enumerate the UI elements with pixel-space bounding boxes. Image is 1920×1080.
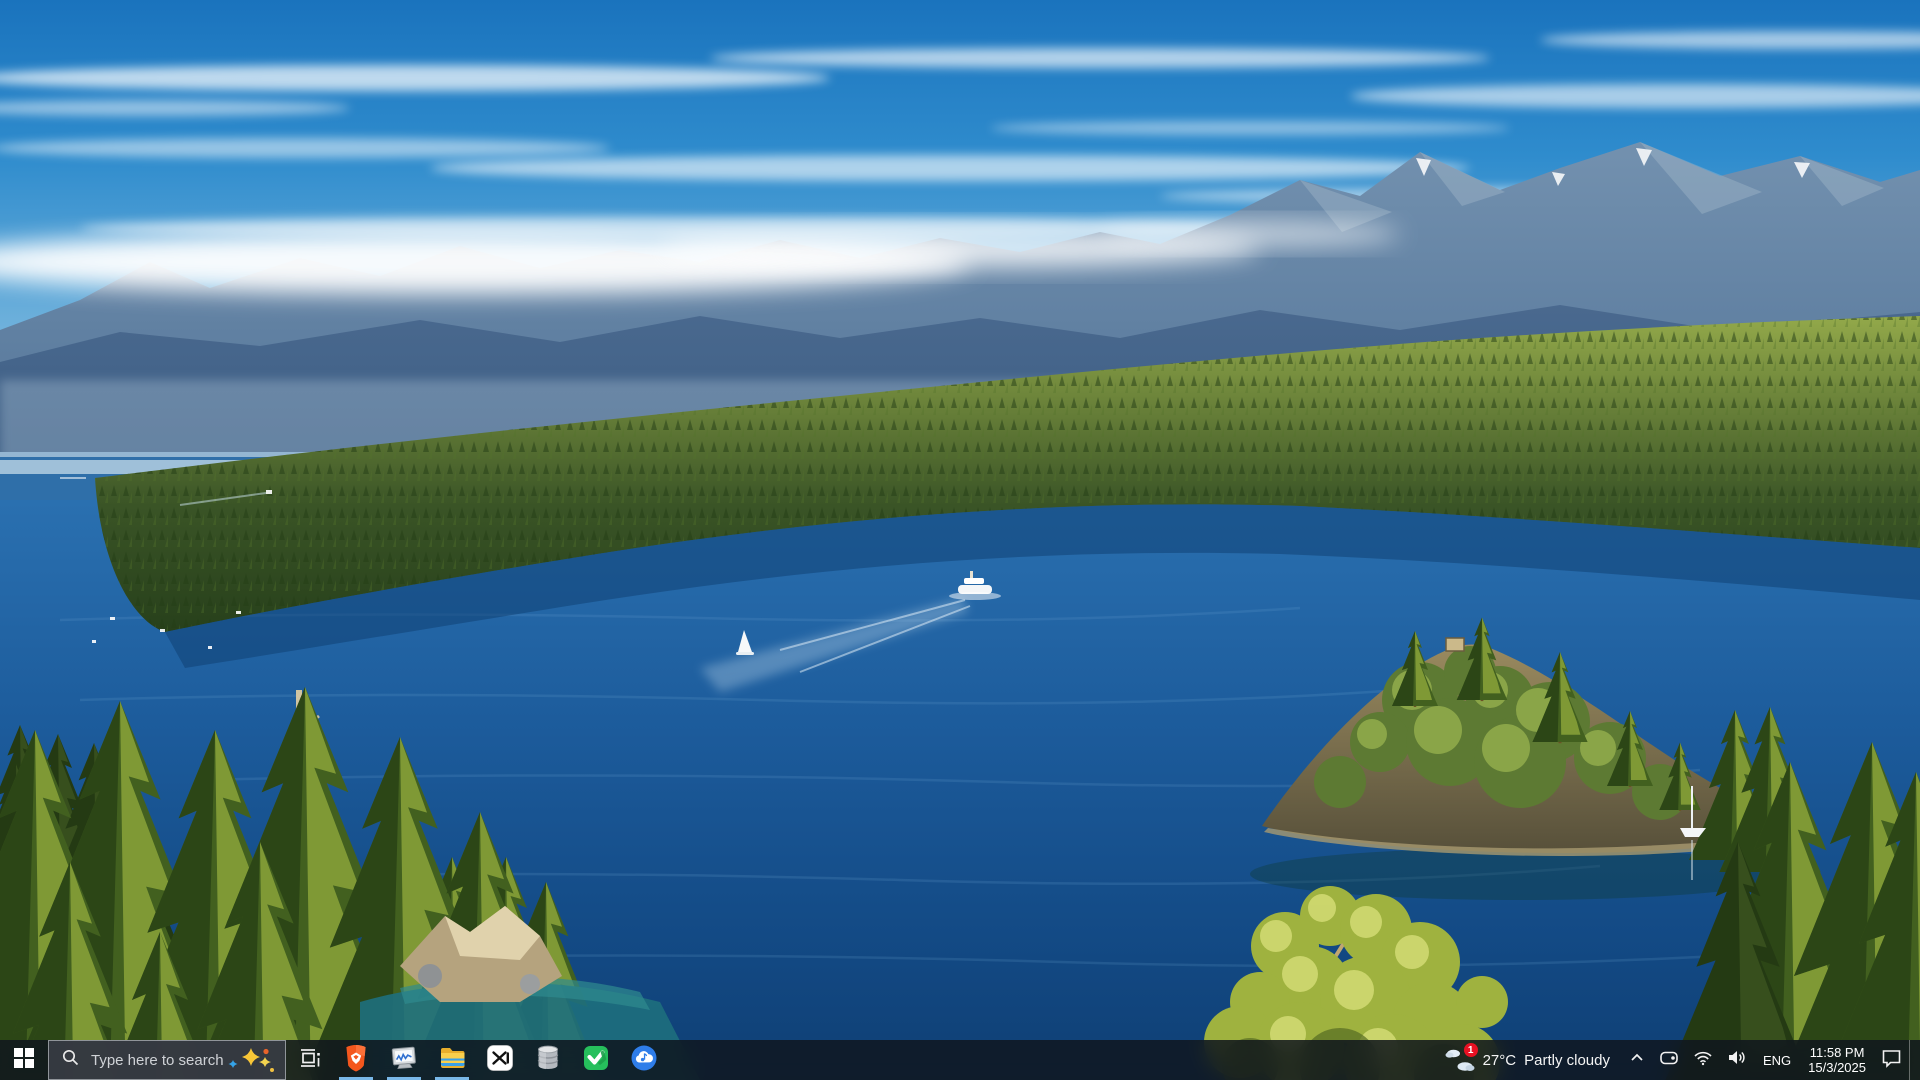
clock[interactable]: 11:58 PM 15/3/2025 <box>1800 1040 1874 1080</box>
copilot-sparkles-icon <box>225 1047 277 1080</box>
capcut-icon <box>487 1045 513 1076</box>
action-center-button[interactable] <box>1874 1040 1909 1080</box>
taskbar-app-cloud-music[interactable] <box>620 1040 668 1080</box>
volume-icon <box>1727 1049 1747 1071</box>
weather-badge: 1 <box>1464 1043 1478 1057</box>
show-desktop-button[interactable] <box>1909 1040 1920 1080</box>
search-box[interactable] <box>48 1040 286 1080</box>
language-label: ENG <box>1763 1053 1791 1068</box>
wallpaper-photo <box>0 0 1920 1080</box>
moon-clouds-weather-icon: 1 <box>1443 1044 1475 1076</box>
clock-date: 15/3/2025 <box>1808 1060 1866 1075</box>
chevron-up-icon <box>1629 1050 1645 1071</box>
weather-temperature: 27°C <box>1483 1052 1517 1069</box>
start-button[interactable] <box>0 1040 48 1080</box>
taskbar-app-capcut[interactable] <box>476 1040 524 1080</box>
clock-time: 11:58 PM <box>1810 1045 1865 1060</box>
system-tray: 1 27°C Partly cloudy <box>1433 1040 1920 1080</box>
taskbar-app-green-check[interactable] <box>572 1040 620 1080</box>
wifi-icon <box>1693 1050 1713 1071</box>
taskbar-app-database[interactable] <box>524 1040 572 1080</box>
volume-button[interactable] <box>1720 1040 1754 1080</box>
connect-device-icon <box>1659 1049 1679 1072</box>
notification-bubble-icon <box>1881 1048 1902 1073</box>
hidden-icons-button[interactable] <box>1622 1040 1652 1080</box>
weather-condition: Partly cloudy <box>1524 1052 1610 1069</box>
task-view-icon <box>296 1045 322 1076</box>
network-button[interactable] <box>1686 1040 1720 1080</box>
weather-widget[interactable]: 1 27°C Partly cloudy <box>1433 1040 1622 1080</box>
language-indicator[interactable]: ENG <box>1754 1040 1800 1080</box>
cloud-music-icon <box>631 1045 657 1076</box>
pinned-apps <box>332 1040 668 1080</box>
brave-browser-icon <box>343 1044 369 1077</box>
taskbar-app-file-explorer[interactable] <box>428 1040 476 1080</box>
taskbar-app-system-monitor[interactable] <box>380 1040 428 1080</box>
file-explorer-icon <box>439 1046 466 1075</box>
system-monitor-icon <box>390 1045 418 1076</box>
windows-logo-icon <box>14 1048 34 1073</box>
taskbar-app-brave[interactable] <box>332 1040 380 1080</box>
taskbar: 1 27°C Partly cloudy <box>0 1040 1920 1080</box>
desktop[interactable]: 1 27°C Partly cloudy <box>0 0 1920 1080</box>
search-icon <box>62 1049 79 1071</box>
connect-device-button[interactable] <box>1652 1040 1686 1080</box>
green-check-icon <box>583 1045 609 1076</box>
database-icon <box>535 1044 561 1076</box>
task-view-button[interactable] <box>286 1040 332 1080</box>
